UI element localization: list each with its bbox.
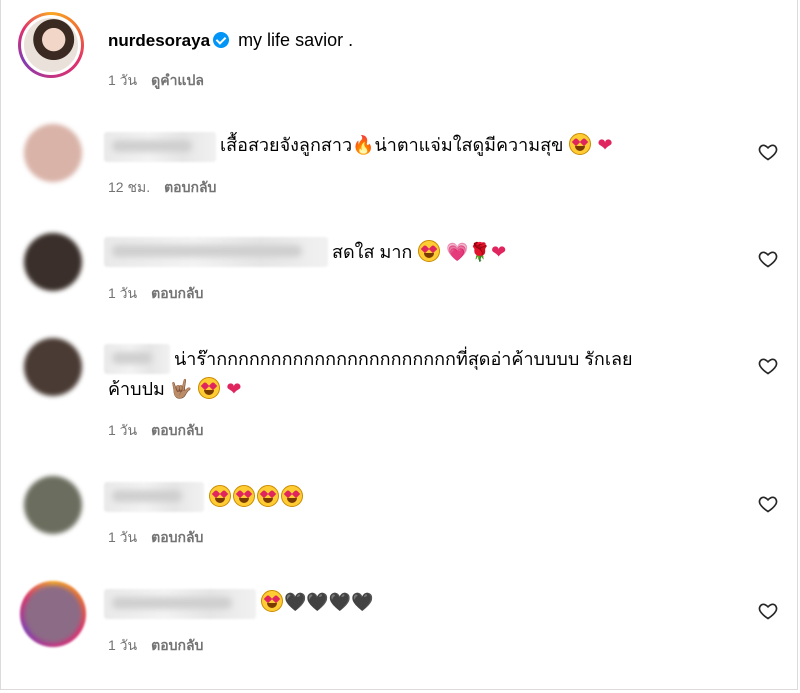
avatar[interactable]	[24, 338, 82, 396]
like-heart-icon[interactable]	[758, 142, 778, 162]
username-blurred[interactable]	[104, 482, 204, 512]
story-ring[interactable]	[18, 12, 84, 78]
comment-time: 1 วัน	[108, 529, 138, 545]
avatar[interactable]	[24, 476, 82, 534]
username-blurred[interactable]	[104, 589, 256, 619]
like-heart-icon[interactable]	[758, 601, 778, 621]
comment-time: 1 วัน	[108, 637, 138, 653]
comment-text: เสื้อสวยจังลูกสาว🔥น่าตาแจ่มใสดูมีความสุข…	[220, 133, 613, 155]
reply-button[interactable]: ตอบกลับ	[151, 285, 203, 301]
reply-button[interactable]: ตอบกลับ	[151, 422, 203, 438]
comment-time: 12 ชม.	[108, 179, 151, 195]
verified-badge-icon	[213, 32, 230, 48]
comment-text: สดใส มาก 💗🌹❤	[332, 240, 507, 262]
like-heart-icon[interactable]	[758, 356, 778, 376]
reply-button[interactable]: ตอบกลับ	[151, 637, 203, 653]
username-blurred[interactable]	[104, 237, 328, 267]
avatar[interactable]	[24, 124, 82, 182]
caption-text: my life savior .	[238, 30, 354, 50]
comment-row: สดใส มาก 💗🌹❤ 1 วัน ตอบกลับ	[0, 225, 800, 305]
comment-text	[208, 482, 304, 512]
comment-text-continued: ค้าบปม 🤟🏽 ❤	[108, 377, 242, 399]
comment-row: น่าร๊ากกกกกกกกกกกกกกกกกกกกกกที่สุดอ่าค้า…	[0, 330, 800, 440]
post-caption: nurdesoraya my life savior . 1 วัน ดูคำแป…	[0, 0, 800, 100]
like-heart-icon[interactable]	[758, 249, 778, 269]
username[interactable]: nurdesoraya	[108, 31, 210, 50]
username-blurred[interactable]	[104, 344, 170, 374]
comment-time: 1 วัน	[108, 422, 138, 438]
translate-link[interactable]: ดูคำแปล	[151, 72, 204, 88]
comment-row: เสื้อสวยจังลูกสาว🔥น่าตาแจ่มใสดูมีความสุข…	[0, 120, 800, 200]
username-blurred[interactable]	[104, 132, 216, 162]
comment-time: 1 วัน	[108, 285, 138, 301]
avatar[interactable]	[24, 233, 82, 291]
post-time: 1 วัน	[108, 72, 138, 88]
comment-text: น่าร๊ากกกกกกกกกกกกกกกกกกกกกกที่สุดอ่าค้า…	[174, 349, 633, 369]
reply-button[interactable]: ตอบกลับ	[164, 179, 216, 195]
reply-button[interactable]: ตอบกลับ	[151, 529, 203, 545]
avatar[interactable]	[24, 585, 82, 643]
like-heart-icon[interactable]	[758, 494, 778, 514]
comment-row: 🖤🖤🖤🖤 1 วัน ตอบกลับ	[0, 575, 800, 665]
comment-row: 1 วัน ตอบกลับ	[0, 470, 800, 550]
comment-text: 🖤🖤🖤🖤	[260, 587, 374, 617]
avatar[interactable]	[24, 18, 78, 72]
